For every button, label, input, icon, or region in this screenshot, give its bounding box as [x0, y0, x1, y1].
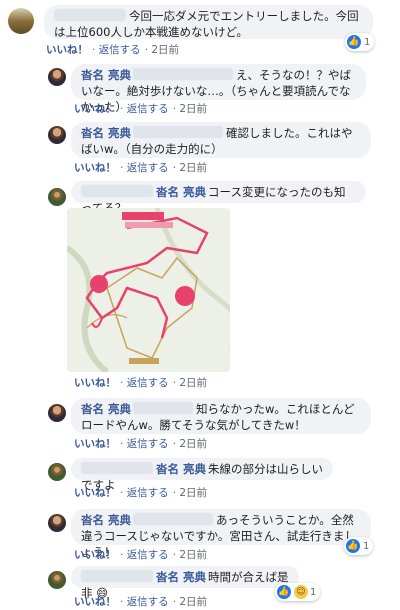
avatar[interactable]	[48, 463, 66, 481]
redacted-name	[81, 185, 153, 197]
thumbs-up-icon: 👍	[277, 585, 291, 599]
avatar[interactable]	[48, 514, 66, 532]
comment-actions: いいね！ · 返信する · 2日前	[74, 487, 208, 499]
reply-link[interactable]: 返信する	[127, 438, 169, 450]
avatar[interactable]	[48, 126, 66, 144]
comment-bubble: 沓名 亮典 え、そうなの！？やばいなー。絶対歩けないな…。（ちゃんと要項読んでなか…	[71, 64, 366, 114]
timestamp[interactable]: 2日前	[151, 44, 179, 56]
redacted-name	[133, 126, 224, 138]
reaction-count[interactable]: 👍 1	[344, 537, 374, 555]
comment-actions: いいね！ · 返信する · 2日前	[74, 103, 208, 115]
comment-actions: いいね！ · 返信する · 2日前	[46, 44, 180, 56]
redacted-name	[81, 462, 153, 474]
reply-link[interactable]: 返信する	[127, 487, 169, 499]
like-link[interactable]: いいね！	[74, 162, 116, 174]
like-link[interactable]: いいね！	[74, 596, 116, 608]
comment-bubble: 沓名 亮典 あっそういうことか。全然違うコースじゃないですか。宮田さん、試走行きま…	[71, 509, 371, 559]
reply-link[interactable]: 返信する	[127, 549, 169, 561]
comment-bubble: 沓名 亮典 時間が合えば是非 😄	[71, 566, 299, 600]
like-link[interactable]: いいね！	[74, 438, 116, 450]
commenter-name[interactable]: 沓名 亮典	[156, 462, 206, 476]
comment-actions: いいね！ · 返信する · 2日前	[74, 162, 208, 174]
redacted-name	[54, 9, 126, 21]
redacted-name	[133, 402, 194, 414]
timestamp[interactable]: 2日前	[179, 162, 207, 174]
timestamp[interactable]: 2日前	[179, 487, 207, 499]
timestamp[interactable]: 2日前	[179, 438, 207, 450]
reply-link[interactable]: 返信する	[127, 596, 169, 608]
reply-link[interactable]: 返信する	[127, 103, 169, 115]
course-map-image[interactable]	[67, 208, 230, 372]
avatar[interactable]	[48, 404, 66, 422]
like-link[interactable]: いいね！	[74, 103, 116, 115]
reaction-count[interactable]: 👍 1	[345, 33, 375, 51]
comment-actions: いいね！ · 返信する · 2日前	[74, 596, 208, 608]
reply-link[interactable]: 返信する	[99, 44, 141, 56]
course-map-illustration	[67, 208, 230, 372]
like-link[interactable]: いいね！	[46, 44, 88, 56]
reply-link[interactable]: 返信する	[127, 162, 169, 174]
timestamp[interactable]: 2日前	[179, 549, 207, 561]
comment-actions: いいね！ · 返信する · 2日前	[74, 549, 208, 561]
timestamp[interactable]: 2日前	[179, 377, 207, 389]
thumbs-up-icon: 👍	[346, 539, 360, 553]
commenter-name[interactable]: 沓名 亮典	[81, 513, 131, 527]
comment-bubble: 沓名 亮典コース変更になったのも知ってる？	[71, 181, 366, 215]
comment-bubble: 沓名 亮典 確認しました。これはやばいw。（自分の走力的に）	[71, 122, 371, 158]
comment-bubble: 沓名 亮典 朱線の部分は山らしいですよ	[71, 458, 333, 492]
redacted-name	[81, 570, 153, 582]
commenter-name[interactable]: 沓名 亮典	[156, 185, 206, 199]
avatar[interactable]	[48, 571, 66, 589]
like-link[interactable]: いいね！	[74, 549, 116, 561]
commenter-name[interactable]: 沓名 亮典	[156, 570, 206, 584]
avatar[interactable]	[8, 8, 34, 34]
avatar[interactable]	[48, 68, 66, 86]
like-link[interactable]: いいね！	[74, 487, 116, 499]
redacted-name	[133, 68, 234, 80]
reply-link[interactable]: 返信する	[127, 377, 169, 389]
like-link[interactable]: いいね！	[74, 377, 116, 389]
comment-bubble: 沓名 亮典 知らなかったw。これほとんどロードやんw。勝てそうな気がしてきたw！	[71, 398, 371, 434]
redacted-name	[133, 513, 214, 525]
comment-bubble: 今回一応ダメ元でエントリーしました。今回は上位600人しか本戦進めないけど。	[44, 5, 373, 39]
commenter-name[interactable]: 沓名 亮典	[81, 402, 131, 416]
smile-icon: ☺	[294, 585, 308, 599]
commenter-name[interactable]: 沓名 亮典	[81, 68, 131, 82]
comment-actions: いいね！ · 返信する · 2日前	[74, 377, 208, 389]
timestamp[interactable]: 2日前	[179, 596, 207, 608]
avatar[interactable]	[48, 188, 66, 206]
thumbs-up-icon: 👍	[347, 35, 361, 49]
commenter-name[interactable]: 沓名 亮典	[81, 126, 131, 140]
comment-actions: いいね！ · 返信する · 2日前	[74, 438, 208, 450]
timestamp[interactable]: 2日前	[179, 103, 207, 115]
reaction-count[interactable]: 👍 ☺ 1	[275, 583, 321, 601]
